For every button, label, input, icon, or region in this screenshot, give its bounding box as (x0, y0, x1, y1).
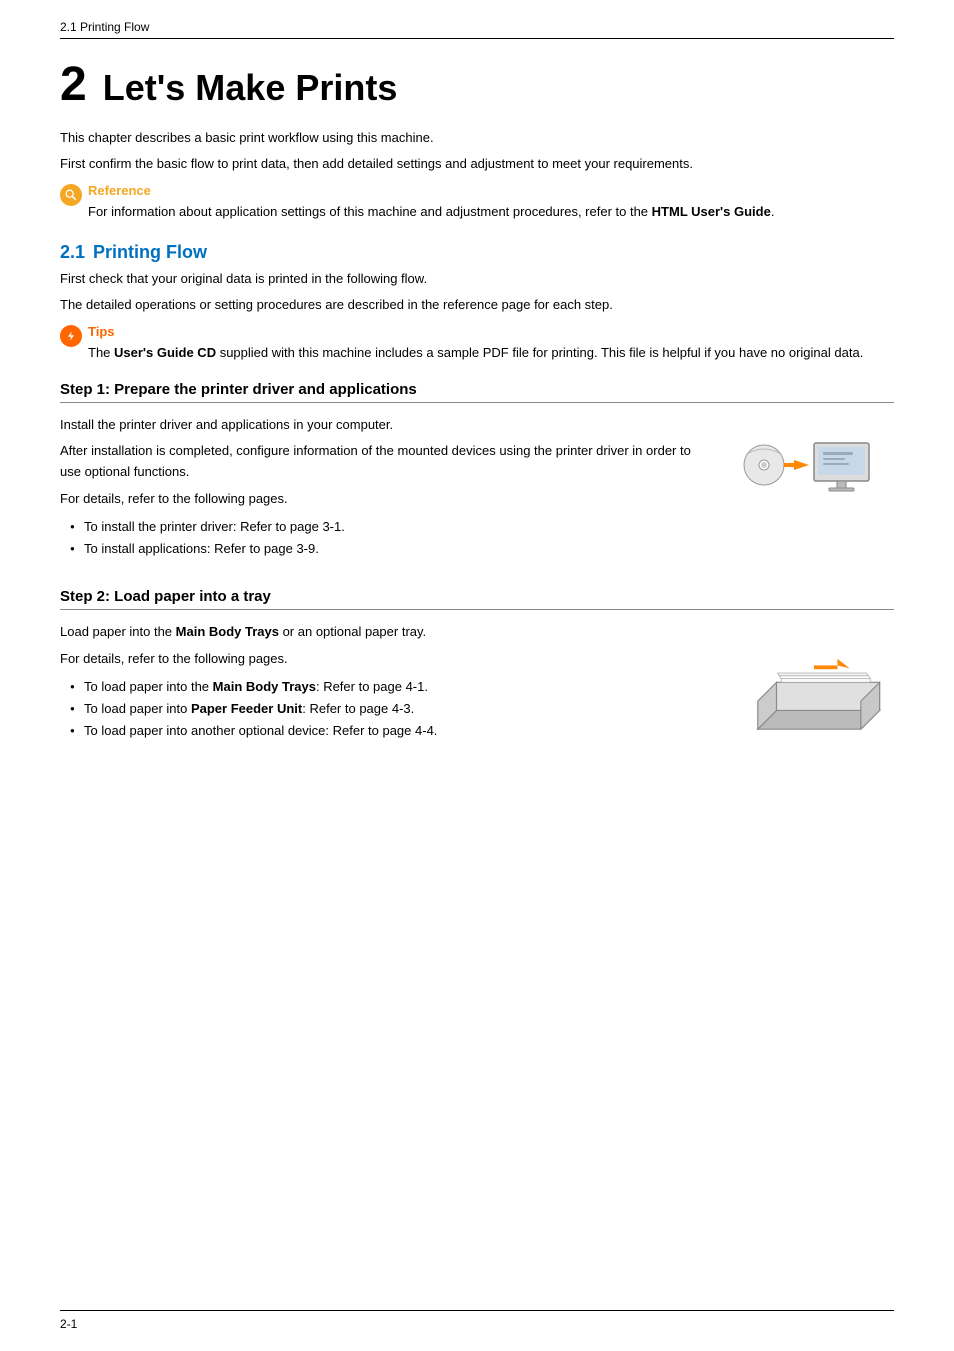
tips-text-bold: User's Guide CD (114, 345, 216, 360)
tips-label: Tips (88, 324, 863, 339)
step2-bullets: To load paper into the Main Body Trays: … (60, 676, 714, 742)
chapter-text: Let's Make Prints (103, 67, 398, 109)
chapter-title: 2 Let's Make Prints (60, 57, 894, 112)
chapter-number: 2 (60, 57, 87, 112)
footer-bar: 2-1 (60, 1310, 894, 1331)
tips-box: Tips The User's Guide CD supplied with t… (60, 324, 894, 363)
intro-line2: First confirm the basic flow to print da… (60, 154, 894, 174)
reference-text-after: . (771, 204, 775, 219)
step2-para1-bold: Main Body Trays (176, 624, 279, 639)
step2-image (734, 622, 894, 752)
reference-text: For information about application settin… (88, 202, 774, 222)
b1-after: : Refer to page 4-1. (316, 679, 428, 694)
intro-line1: This chapter describes a basic print wor… (60, 128, 894, 148)
reference-text-before: For information about application settin… (88, 204, 652, 219)
reference-icon (60, 184, 82, 206)
page-container: 2.1 Printing Flow 2 Let's Make Prints Th… (0, 0, 954, 1351)
tips-content-block: Tips The User's Guide CD supplied with t… (88, 324, 863, 363)
b2-before: To load paper into (84, 701, 191, 716)
step2-section: Step 2: Load paper into a tray Load pape… (60, 588, 894, 752)
step1-image (734, 415, 894, 515)
step2-bullet2: To load paper into Paper Feeder Unit: Re… (70, 698, 714, 720)
section-title-text: Printing Flow (93, 242, 207, 262)
step1-text: Install the printer driver and applicati… (60, 415, 734, 560)
breadcrumb: 2.1 Printing Flow (60, 20, 149, 34)
step2-para2: For details, refer to the following page… (60, 649, 714, 670)
step2-para1-before: Load paper into the (60, 624, 176, 639)
reference-text-bold: HTML User's Guide (652, 204, 771, 219)
step1-bullet2: To install applications: Refer to page 3… (70, 538, 714, 560)
section-number: 2.1 (60, 242, 85, 262)
tips-text-after: supplied with this machine includes a sa… (216, 345, 863, 360)
tips-icon (60, 325, 82, 347)
step1-para2: After installation is completed, configu… (60, 441, 714, 483)
b2-bold: Paper Feeder Unit (191, 701, 302, 716)
step2-text: Load paper into the Main Body Trays or a… (60, 622, 734, 742)
tips-text-before: The (88, 345, 114, 360)
step1-body: Install the printer driver and applicati… (60, 415, 894, 560)
reference-content-block: Reference For information about applicat… (88, 183, 774, 222)
page-number: 2-1 (60, 1317, 77, 1331)
b3-before: To load paper into another optional devi… (84, 723, 437, 738)
step2-para1-after: or an optional paper tray. (279, 624, 426, 639)
section-desc2: The detailed operations or setting proce… (60, 295, 894, 316)
step1-heading: Step 1: Prepare the printer driver and a… (60, 381, 894, 403)
step1-bullets: To install the printer driver: Refer to … (60, 516, 714, 560)
tips-text: The User's Guide CD supplied with this m… (88, 343, 863, 363)
section-2-1-title: 2.1 Printing Flow (60, 242, 894, 263)
b1-bold: Main Body Trays (213, 679, 316, 694)
b2-after: : Refer to page 4-3. (302, 701, 414, 716)
header-bar: 2.1 Printing Flow (60, 20, 894, 39)
step2-heading: Step 2: Load paper into a tray (60, 588, 894, 610)
step2-bullet1: To load paper into the Main Body Trays: … (70, 676, 714, 698)
reference-label: Reference (88, 183, 774, 198)
section-desc1: First check that your original data is p… (60, 269, 894, 290)
step1-para3: For details, refer to the following page… (60, 489, 714, 510)
step2-para1: Load paper into the Main Body Trays or a… (60, 622, 714, 643)
step2-bullet3: To load paper into another optional devi… (70, 720, 714, 742)
step1-bullet1: To install the printer driver: Refer to … (70, 516, 714, 538)
step2-body: Load paper into the Main Body Trays or a… (60, 622, 894, 752)
b1-before: To load paper into the (84, 679, 213, 694)
step1-para1: Install the printer driver and applicati… (60, 415, 714, 436)
step1-section: Step 1: Prepare the printer driver and a… (60, 381, 894, 560)
reference-box: Reference For information about applicat… (60, 183, 894, 222)
